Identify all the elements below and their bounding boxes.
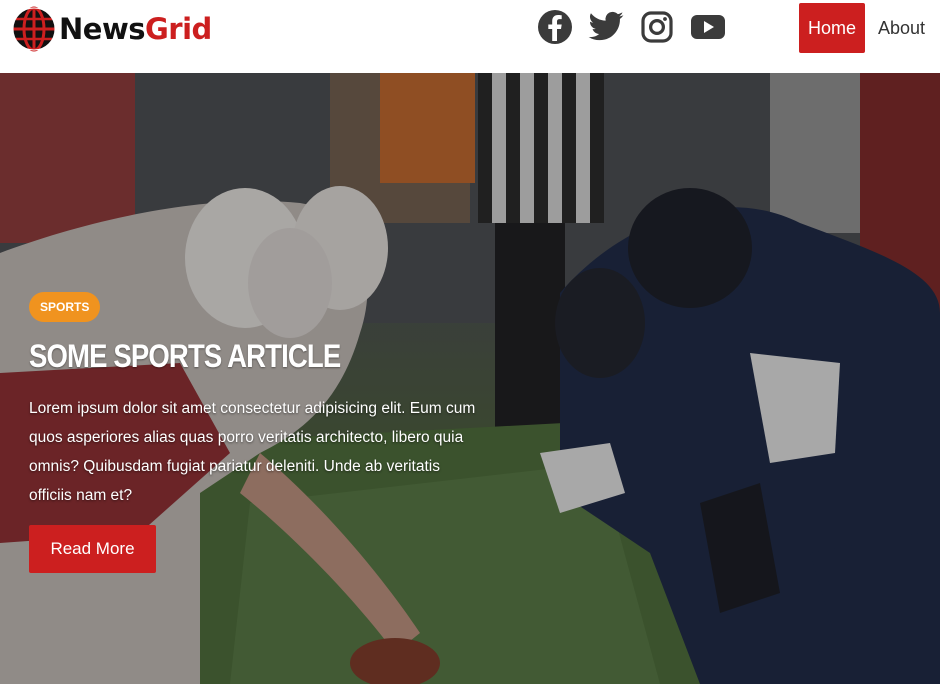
instagram-icon[interactable]	[638, 8, 676, 46]
article-excerpt: Lorem ipsum dolor sit amet consectetur a…	[29, 400, 476, 504]
twitter-icon[interactable]	[587, 8, 625, 46]
hero-overlay	[0, 73, 940, 684]
category-badge[interactable]: SPORTS	[29, 292, 101, 322]
brand-logo[interactable]: NewsGrid	[12, 4, 212, 54]
nav-home-button[interactable]: Home	[799, 3, 865, 53]
article-title: SOME SPORTS ARTICLE	[29, 338, 341, 374]
brand-name-part2: Grid	[145, 11, 212, 46]
brand-name-part1: News	[59, 11, 146, 46]
read-more-button[interactable]: Read More	[29, 525, 156, 573]
youtube-icon[interactable]	[689, 8, 727, 46]
nav-about-link[interactable]: About	[878, 3, 925, 53]
social-links	[536, 8, 740, 46]
hero-article: SPORTS SOME SPORTS ARTICLE Lorem ipsum d…	[0, 73, 940, 684]
brand-name: NewsGrid	[59, 11, 212, 46]
navbar: NewsGrid Home About	[0, 0, 940, 73]
facebook-icon[interactable]	[536, 8, 574, 46]
globe-icon	[12, 6, 56, 52]
